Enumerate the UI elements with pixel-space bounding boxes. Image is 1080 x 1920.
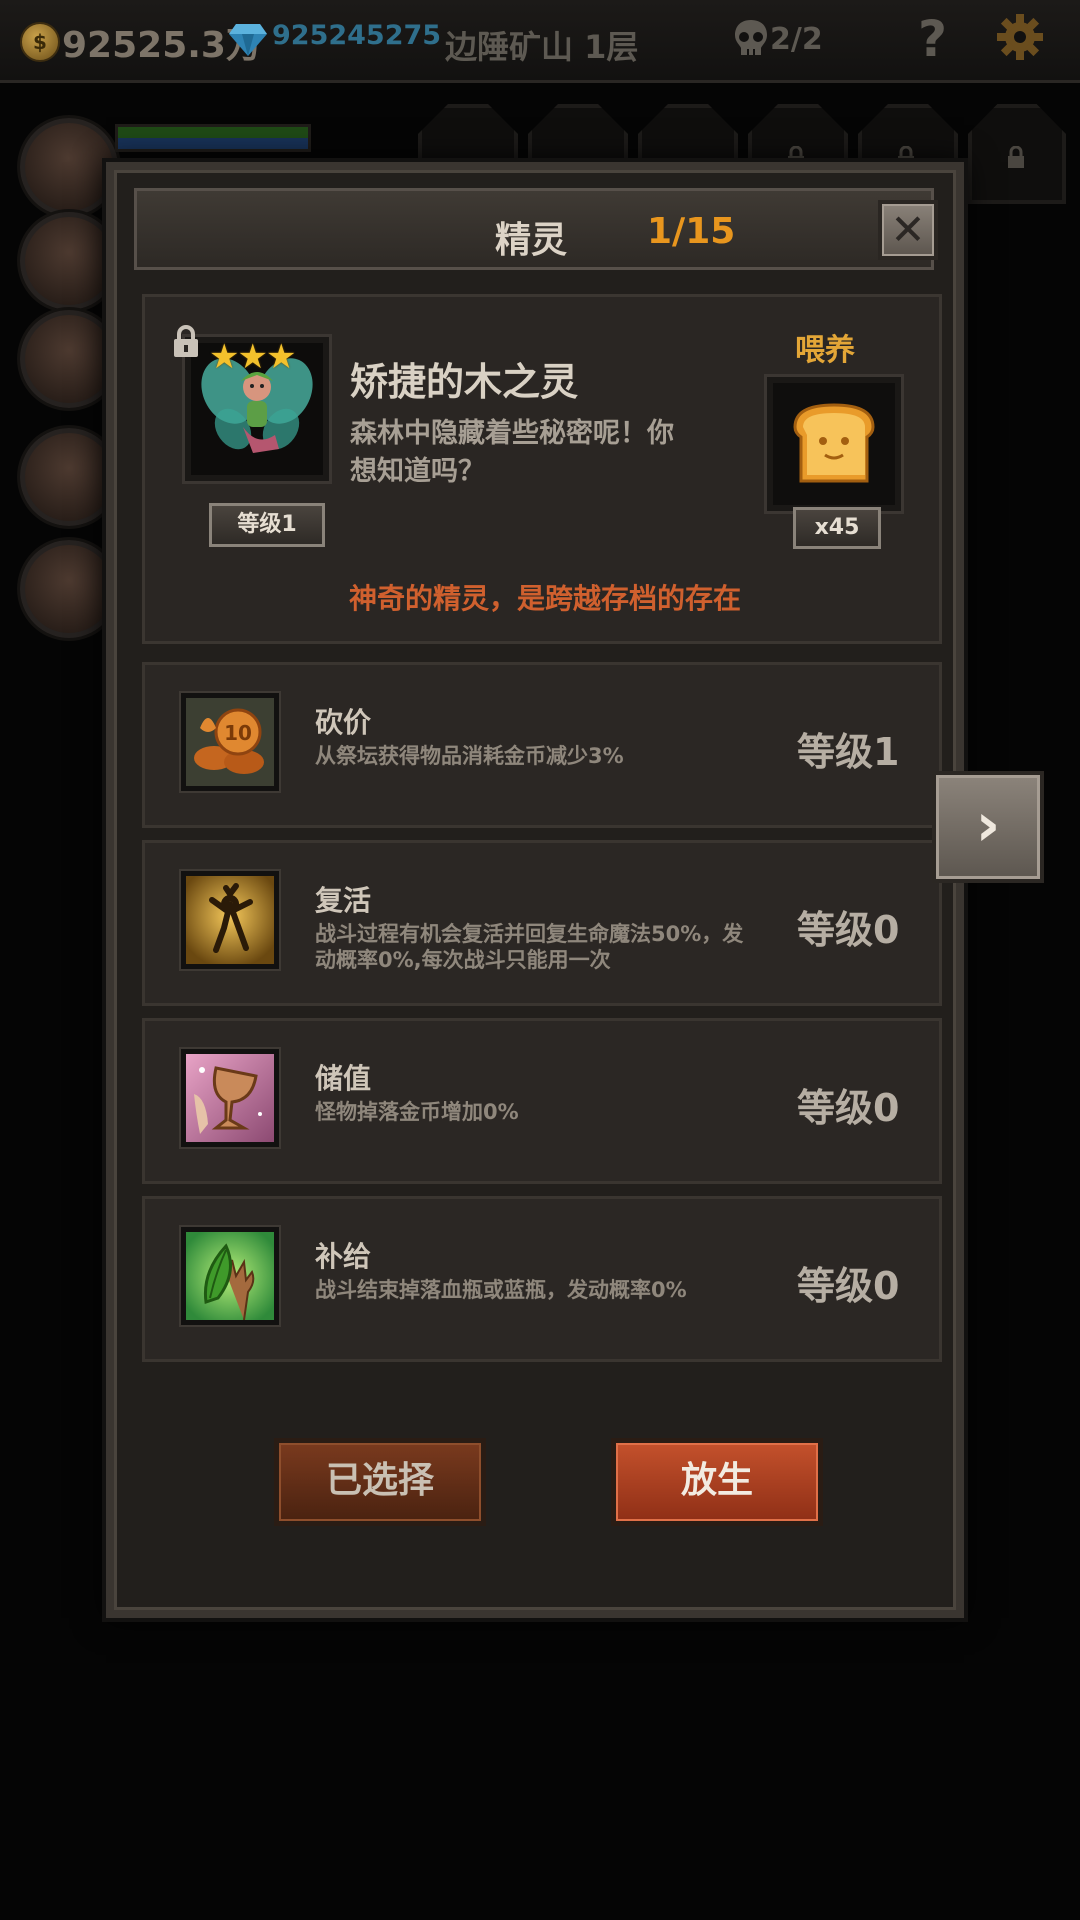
spirit-note: 神奇的精灵，是跨越存档的存在 (348, 582, 741, 615)
leaf-icon (181, 1227, 279, 1325)
gear-icon[interactable] (995, 12, 1045, 62)
locked-slot (968, 104, 1066, 204)
gem-count: 925245275 (272, 20, 442, 51)
skill-name: 补给 (315, 1240, 372, 1273)
hero-portrait (20, 428, 118, 526)
lock-icon[interactable] (171, 325, 201, 359)
hero-portrait (20, 540, 118, 638)
skill-level: 等级0 (797, 1086, 900, 1130)
skill-level: 等级0 (797, 1264, 900, 1308)
skill-description: 战斗结束掉落血瓶或蓝瓶，发动概率0% (315, 1278, 687, 1302)
skill-name: 砍价 (315, 706, 372, 739)
chevron-right-icon: › (975, 790, 1001, 860)
kill-count: 2/2 (770, 22, 823, 57)
skill-description: 怪物掉落金币增加0% (315, 1100, 519, 1124)
feed-item-count: x45 (793, 507, 881, 549)
revive-icon (181, 871, 279, 969)
hp-bar (115, 124, 311, 152)
skill-row[interactable]: 储值 怪物掉落金币增加0% 等级0 (142, 1018, 942, 1184)
skill-row[interactable]: 补给 战斗结束掉落血瓶或蓝瓶，发动概率0% 等级0 (142, 1196, 942, 1362)
spirit-page-count: 1/15 (647, 211, 736, 252)
goblet-icon (181, 1049, 279, 1147)
close-button[interactable]: ✕ (878, 200, 938, 260)
skill-description: 战斗过程有机会复活并回复生命魔法50%，发动概率0%,每次战斗只能用一次 (315, 922, 744, 972)
coin-icon: $ (20, 22, 60, 62)
bread-icon (793, 403, 875, 483)
skull-icon (735, 20, 767, 55)
spirit-dialog: 精灵 1/15 ✕ ★★★ 等级1 矫捷的木之灵 森林中隐藏着些秘密呢！你想知道… (106, 162, 964, 1618)
hero-portrait (20, 118, 118, 216)
dialog-title-bar: 精灵 1/15 (134, 188, 934, 270)
coins-icon: 10 (181, 693, 279, 791)
top-hud: $ 92525.3万 925245275 边陲矿山 1层 2/2 ? (0, 0, 1080, 83)
feed-button[interactable] (767, 377, 901, 511)
release-button[interactable]: 放生 (611, 1438, 823, 1526)
spirit-name: 矫捷的木之灵 (350, 360, 579, 404)
spirit-level-tag: 等级1 (209, 503, 325, 547)
skill-name: 储值 (315, 1062, 372, 1095)
skill-level: 等级1 (797, 730, 900, 774)
hero-portrait (20, 310, 118, 408)
skill-description: 从祭坛获得物品消耗金币减少3% (315, 744, 624, 768)
skill-name: 复活 (315, 884, 372, 917)
skill-row[interactable]: 10 砍价 从祭坛获得物品消耗金币减少3% 等级1 (142, 662, 942, 828)
skill-row[interactable]: 复活 战斗过程有机会复活并回复生命魔法50%，发动概率0%,每次战斗只能用一次 … (142, 840, 942, 1006)
help-icon[interactable]: ? (918, 10, 947, 68)
skill-level: 等级0 (797, 908, 900, 952)
close-icon: ✕ (890, 205, 926, 254)
selected-button[interactable]: 已选择 (274, 1438, 486, 1526)
gem-icon (229, 24, 267, 56)
lock-icon (1008, 146, 1024, 168)
spirit-description: 森林中隐藏着些秘密呢！你想知道吗？ (350, 418, 674, 487)
dialog-title: 精灵 (495, 220, 568, 261)
star-rating: ★★★ (209, 337, 296, 377)
next-spirit-button[interactable]: › (932, 771, 1044, 883)
feed-label: 喂养 (795, 333, 855, 368)
location-label: 边陲矿山 1层 (445, 28, 639, 66)
hero-portrait (20, 212, 118, 310)
spirit-info-panel: ★★★ 等级1 矫捷的木之灵 森林中隐藏着些秘密呢！你想知道吗？ 喂养 x45 … (142, 294, 942, 644)
svg-text:10: 10 (224, 721, 252, 745)
